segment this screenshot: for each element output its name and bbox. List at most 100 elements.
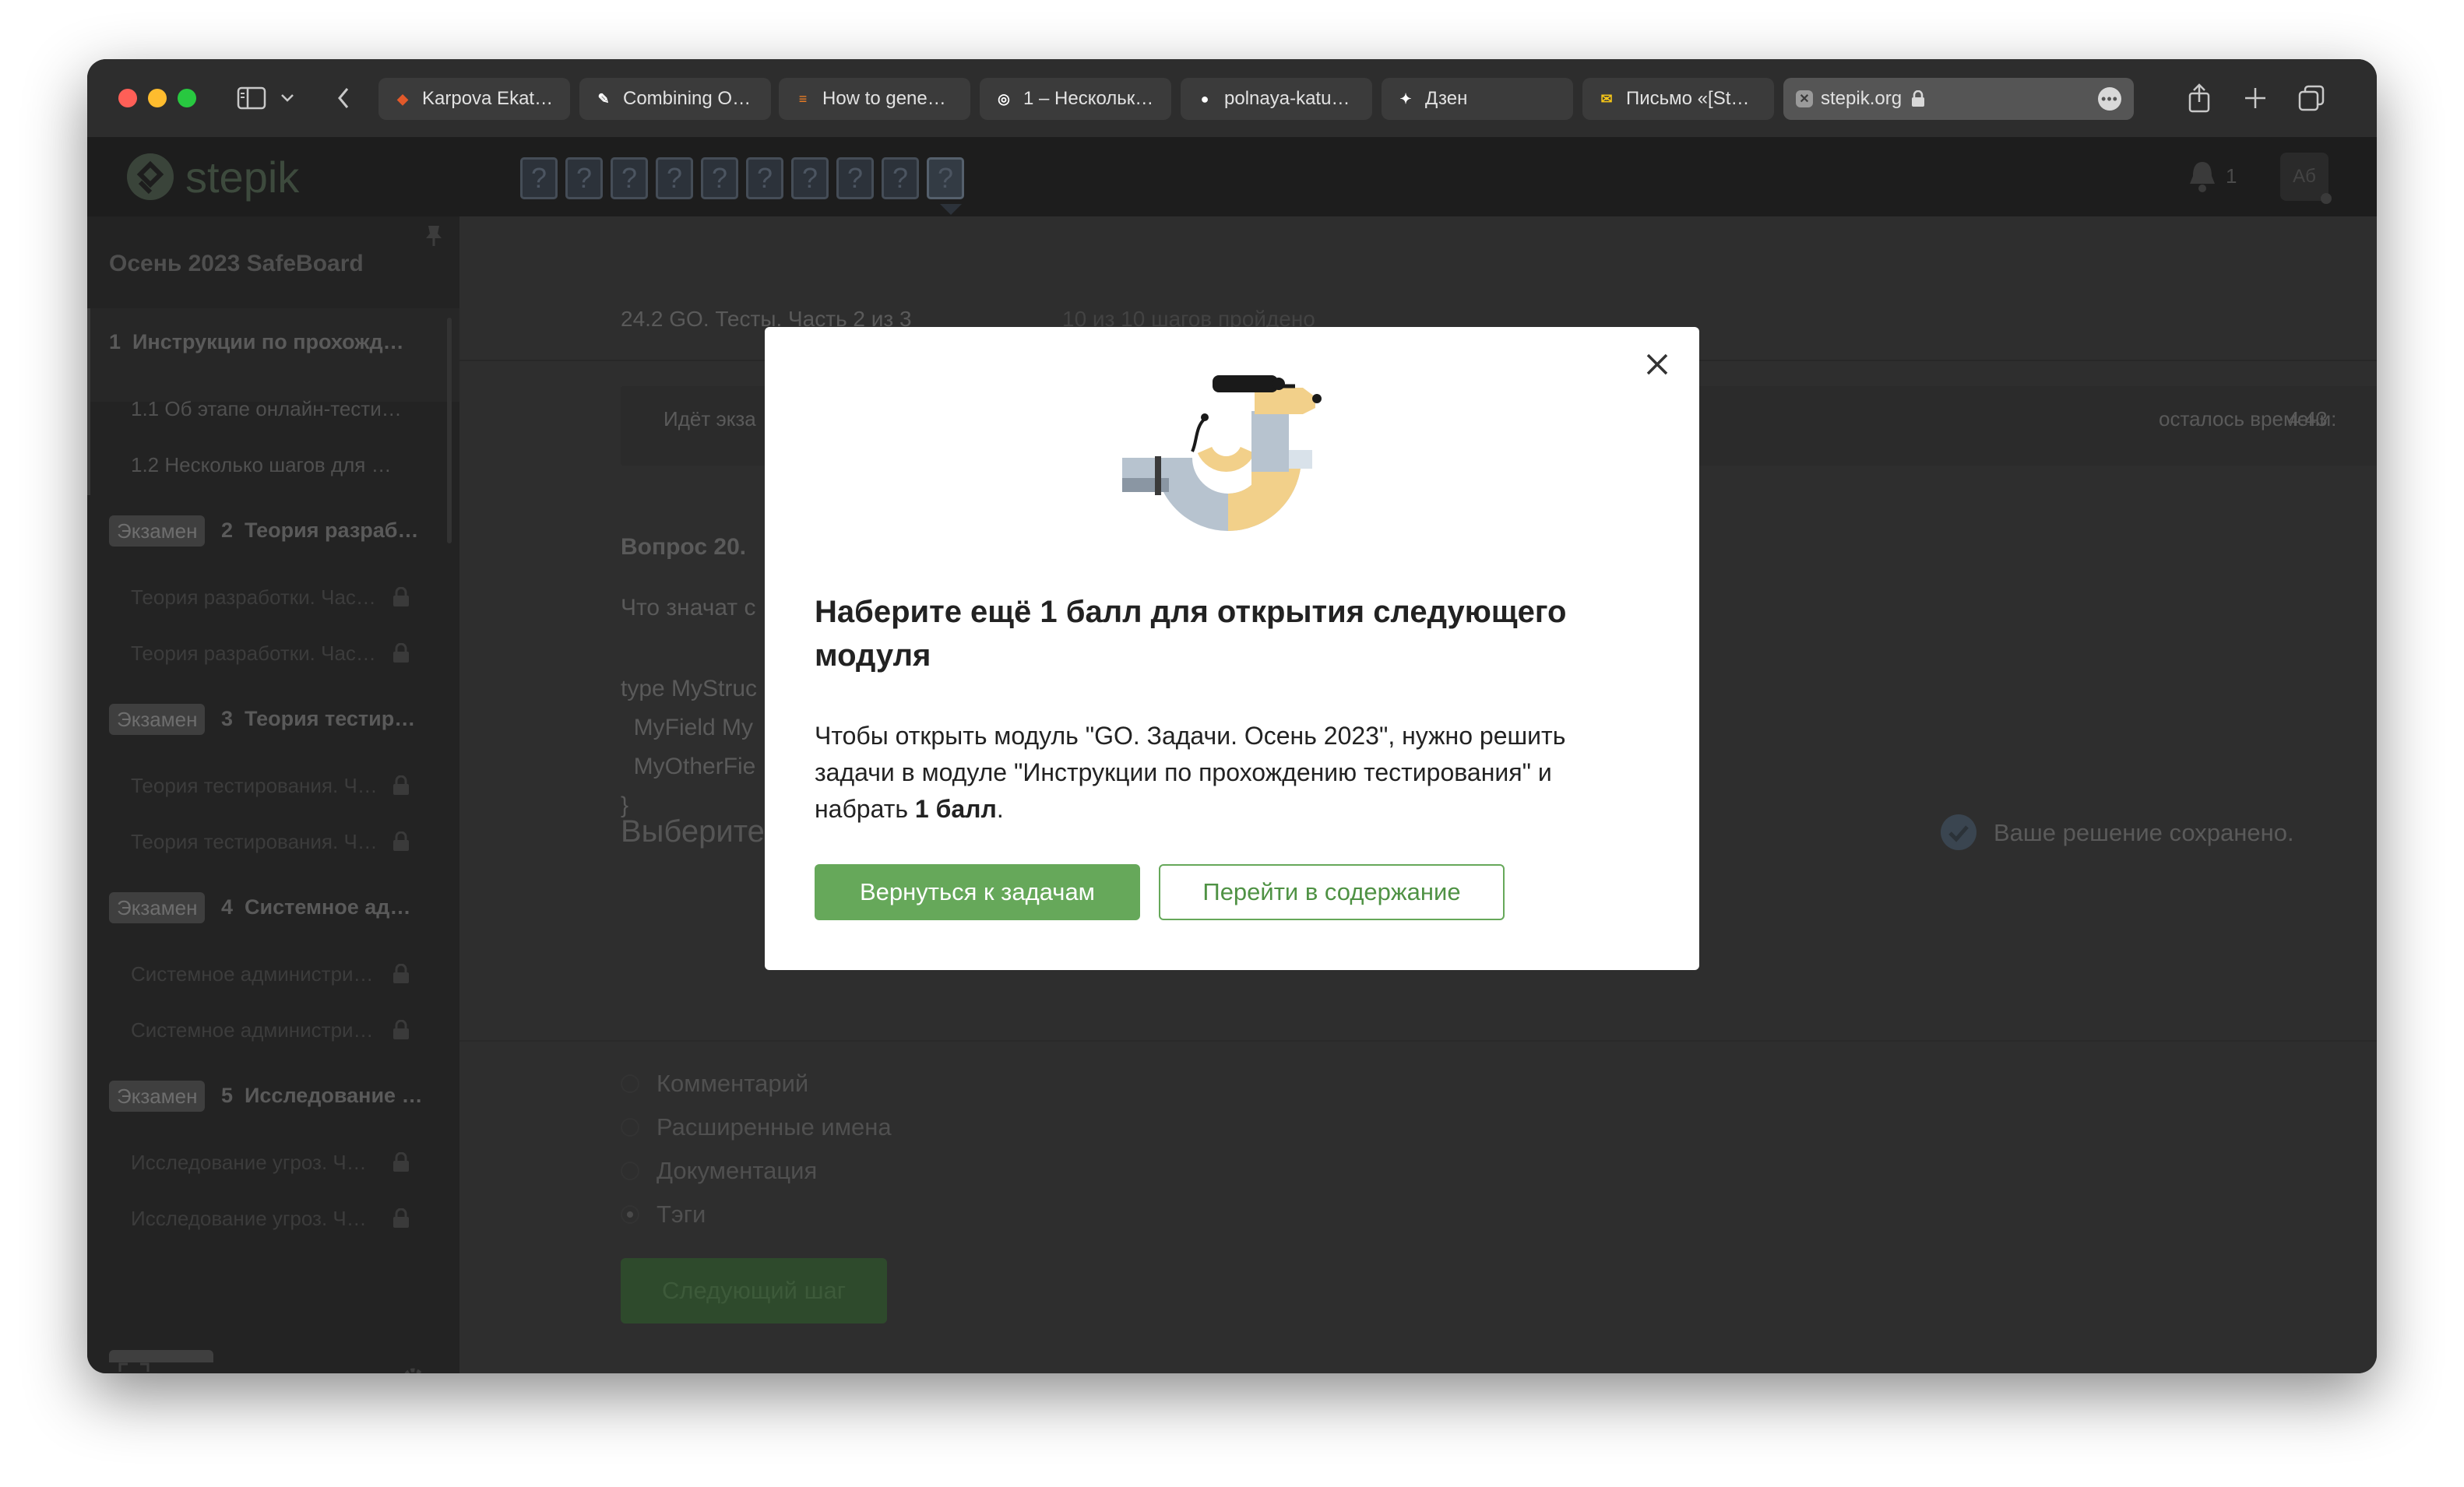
sidebar-lesson[interactable]: Исследование угроз. Ч… <box>131 1151 367 1175</box>
modal-title: Наберите ещё 1 балл для открытия следующ… <box>815 595 1567 673</box>
sidebar-lesson[interactable]: Теория тестирования. Ч… <box>131 830 378 854</box>
browser-tab[interactable]: ✦ Дзен <box>1382 78 1573 120</box>
browser-tab[interactable]: ✉ Письмо «[St… <box>1582 78 1774 120</box>
back-icon[interactable] <box>332 76 355 120</box>
notifications[interactable]: 1 <box>2187 159 2237 193</box>
modal-body: Чтобы открыть модуль "GO. Задачи. Осень … <box>815 718 1632 828</box>
next-step-button[interactable]: Следующий шаг <box>621 1258 887 1324</box>
lock-icon <box>392 963 410 984</box>
browser-tab-title: 1 – Нескольк… <box>1023 88 1154 109</box>
zoom-window-button[interactable] <box>178 89 196 107</box>
back-to-tasks-button[interactable]: Вернуться к задачам <box>815 864 1140 920</box>
settings-gear-icon[interactable] <box>399 1364 428 1373</box>
stepik-header: stepik 1 Аб <box>87 137 2377 216</box>
site-icon: ✕ <box>1796 90 1813 107</box>
go-to-contents-button[interactable]: Перейти в содержание <box>1159 864 1505 920</box>
browser-tab[interactable]: ≡ How to gene… <box>779 78 970 120</box>
sidebar-lesson[interactable]: Системное администри… <box>131 1018 374 1042</box>
share-icon[interactable] <box>2184 76 2215 120</box>
question-text: Что значат с <box>621 595 756 620</box>
step-marker[interactable]: ? <box>656 157 693 199</box>
module-title[interactable]: Исследование … <box>245 1084 423 1108</box>
fullscreen-icon[interactable] <box>118 1362 150 1373</box>
saved-text: Ваше решение сохранено. <box>1994 819 2294 846</box>
radio-button[interactable] <box>621 1118 639 1137</box>
browser-tab-title: Karpova Ekat… <box>422 88 554 109</box>
exam-badge <box>109 1350 213 1362</box>
bell-icon <box>2190 162 2215 192</box>
new-tab-icon[interactable] <box>2240 76 2271 120</box>
radio-button[interactable] <box>621 1162 639 1180</box>
step-marker[interactable]: ? <box>565 157 603 199</box>
modal-body-points: 1 балл <box>914 795 997 823</box>
modal-body-end: . <box>996 795 1004 823</box>
sidebar-toggle-icon[interactable] <box>234 76 269 120</box>
step-marker[interactable]: ? <box>791 157 829 199</box>
module-number: 1 <box>109 330 121 353</box>
sidebar-lesson[interactable]: Теория разработки. Час… <box>131 642 376 666</box>
module-title[interactable]: Теория тестир… <box>245 707 415 731</box>
answer-option[interactable]: Расширенные имена <box>621 1113 892 1141</box>
close-window-button[interactable] <box>118 89 137 107</box>
sidebar-lesson[interactable]: Теория тестирования. Ч… <box>131 774 378 798</box>
step-marker[interactable]: ? <box>520 157 558 199</box>
check-icon <box>1939 813 1978 856</box>
stepik-logo-icon <box>127 153 174 200</box>
module-title[interactable]: Инструкции по прохожд… <box>132 330 404 354</box>
lock-icon <box>392 1208 410 1229</box>
lock-icon <box>392 586 410 607</box>
tab-overview-icon[interactable] <box>2296 76 2327 120</box>
pin-icon[interactable] <box>424 224 444 251</box>
radio-button[interactable] <box>621 1074 639 1093</box>
stackoverflow-icon: ≡ <box>798 90 808 107</box>
answer-option[interactable]: Комментарий <box>621 1070 808 1098</box>
step-marker[interactable]: ? <box>882 157 919 199</box>
stepik-logo-text: stepik <box>185 152 300 202</box>
step-marker[interactable]: ? <box>701 157 738 199</box>
stepik-logo[interactable]: stepik <box>125 151 299 202</box>
chevron-down-icon[interactable] <box>277 76 297 120</box>
code-line: MyOtherFie <box>621 754 756 779</box>
browser-tab-title: Combining O… <box>623 88 752 109</box>
browser-tab[interactable]: ◆ Karpova Ekat… <box>378 78 570 120</box>
course-sidebar: Осень 2023 SafeBoard 1 Инструкции по прох… <box>87 216 459 1373</box>
sidebar-lesson[interactable]: 1.1 Об этапе онлайн-тести… <box>131 397 402 421</box>
step-marker[interactable]: ? <box>611 157 648 199</box>
browser-tab-title: Письмо «[St… <box>1626 88 1750 109</box>
radio-button[interactable] <box>621 1205 639 1224</box>
exam-badge: Экзамен <box>109 704 206 735</box>
module-title[interactable]: Теория разраб… <box>245 519 418 543</box>
browser-tab[interactable]: ✕ stepik.org ••• <box>1783 78 2134 120</box>
current-step-pointer <box>940 204 962 215</box>
code-block: type MyStruc MyField My MyOtherFie} <box>621 670 757 825</box>
choose-heading: Выберите <box>621 814 765 849</box>
code-line: type MyStruc <box>621 676 758 701</box>
minimize-window-button[interactable] <box>148 89 167 107</box>
close-icon[interactable] <box>1639 346 1676 383</box>
sidebar-lesson[interactable]: 1.2 Несколько шагов для … <box>131 453 392 477</box>
answer-option-label: Расширенные имена <box>656 1113 892 1141</box>
browser-tab[interactable]: ● polnaya-katu… <box>1181 78 1372 120</box>
step-marker[interactable]: ? <box>836 157 874 199</box>
step-marker[interactable]: ? <box>927 157 964 199</box>
answer-option[interactable]: Тэги <box>621 1200 706 1229</box>
module-title[interactable]: Системное ад… <box>245 895 410 919</box>
browser-tab[interactable]: ◎ 1 – Нескольк… <box>980 78 1171 120</box>
avatar[interactable]: Аб <box>2280 153 2328 201</box>
browser-tab[interactable]: ✎ Combining O… <box>579 78 771 120</box>
sidebar-lesson[interactable]: Системное администри… <box>131 962 374 986</box>
time-left-value: 4:43 <box>2288 407 2328 431</box>
sidebar-lesson[interactable]: Теория разработки. Час… <box>131 585 376 610</box>
gitlab-icon: ◆ <box>397 90 408 107</box>
course-title[interactable]: Осень 2023 SafeBoard <box>109 251 364 277</box>
module-number: 3 <box>221 707 234 730</box>
sidebar-lesson[interactable]: Исследование угроз. Ч… <box>131 1207 367 1231</box>
stepik-icon: ◎ <box>998 90 1010 107</box>
pencil-icon: ✎ <box>597 90 610 107</box>
sidebar-scrollbar[interactable] <box>447 318 452 543</box>
step-marker[interactable]: ? <box>746 157 783 199</box>
answer-option-label: Комментарий <box>656 1070 809 1097</box>
more-options-icon[interactable]: ••• <box>2098 87 2121 111</box>
module-number: 4 <box>221 895 234 919</box>
answer-option[interactable]: Документация <box>621 1157 817 1185</box>
